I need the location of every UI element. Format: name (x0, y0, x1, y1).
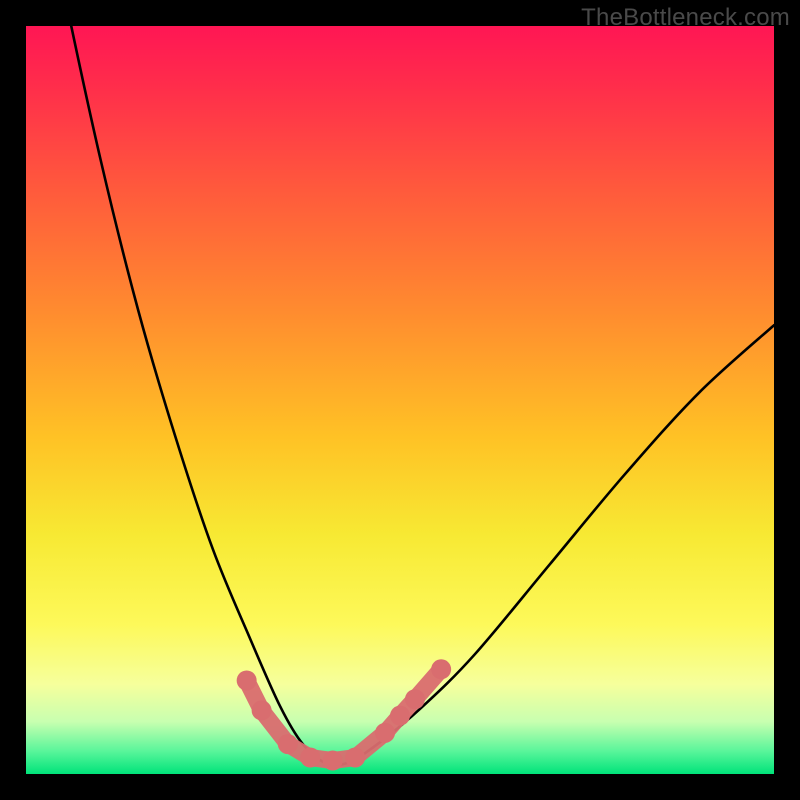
marker-dot (237, 671, 257, 691)
watermark-text: TheBottleneck.com (581, 4, 790, 32)
marker-dot (345, 748, 365, 768)
marker-dot (431, 659, 451, 679)
marker-dot (323, 751, 343, 771)
marker-dot (405, 689, 425, 709)
marker-ridge (247, 669, 441, 760)
marker-dot (278, 734, 298, 754)
curve-layer (26, 26, 774, 774)
marker-dot (300, 748, 320, 768)
bottleneck-curve (26, 26, 774, 765)
chart-frame: TheBottleneck.com (0, 0, 800, 800)
markers (237, 659, 451, 770)
marker-dot (390, 706, 410, 726)
marker-dot (375, 723, 395, 743)
marker-dot (252, 700, 272, 720)
plot-area (26, 26, 774, 774)
